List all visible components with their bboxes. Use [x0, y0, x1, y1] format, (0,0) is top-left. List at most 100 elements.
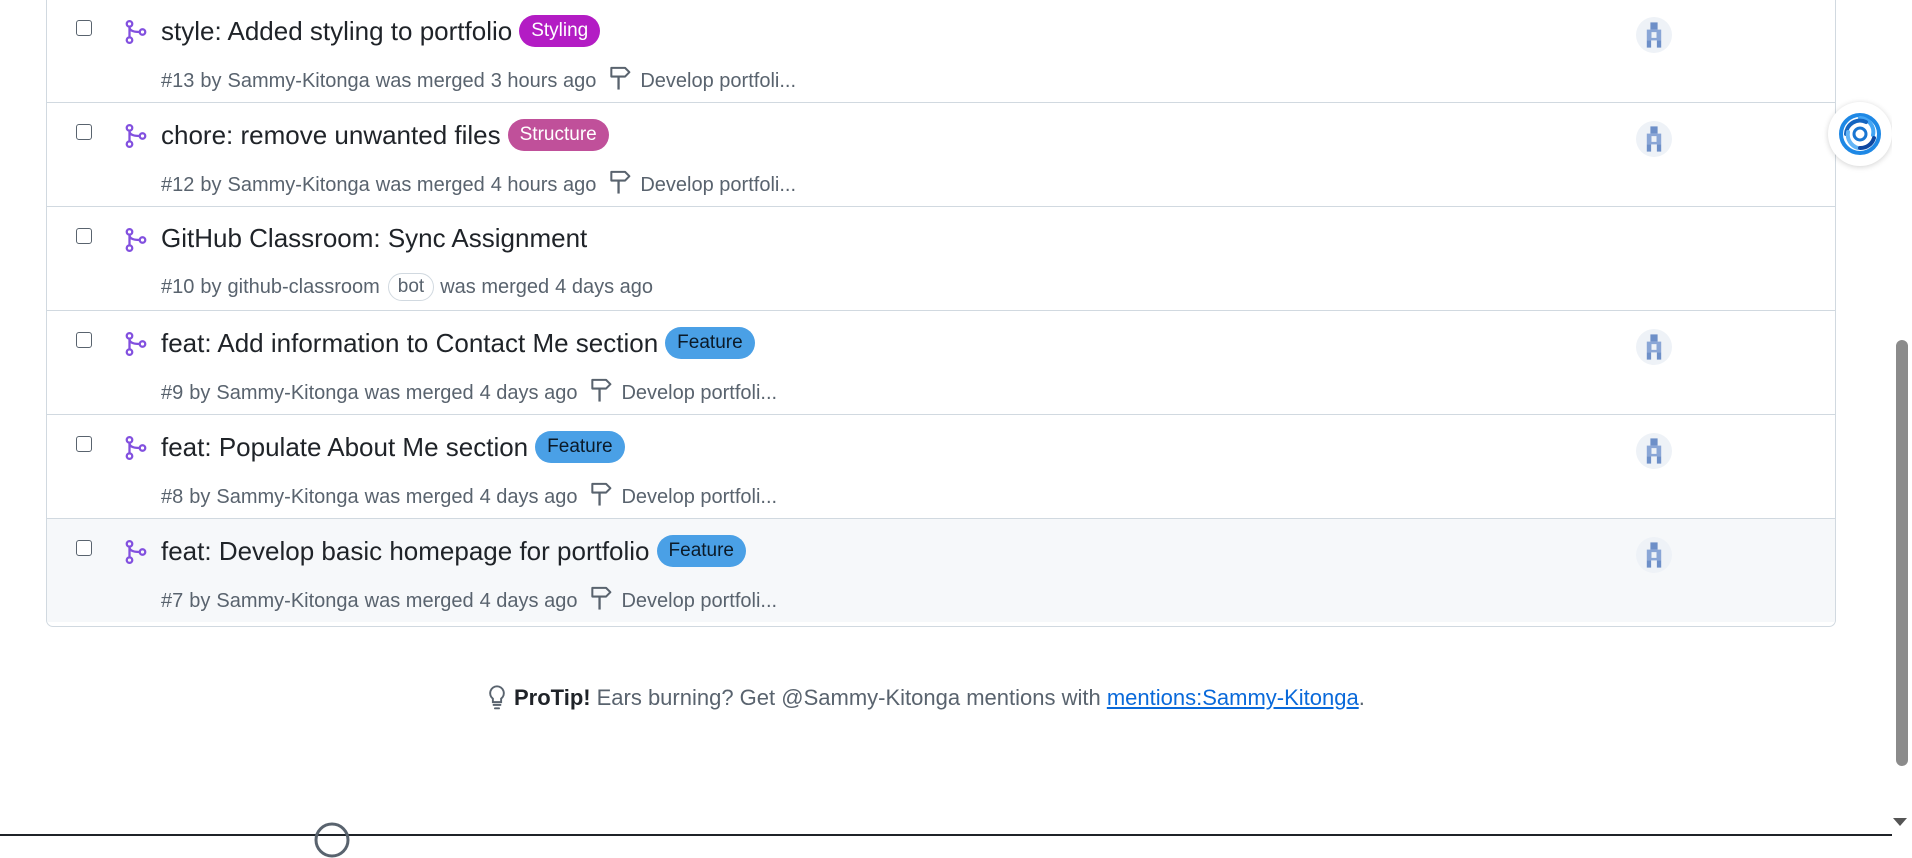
pull-request-title-link[interactable]: style: Added styling to portfolio	[161, 16, 512, 47]
identicon-avatar-icon	[1636, 433, 1672, 473]
merged-time: 4 days ago	[479, 485, 578, 508]
assignee-avatar[interactable]	[1636, 17, 1672, 53]
pull-request-number: #12	[161, 173, 195, 196]
pull-request-number: #10	[161, 275, 195, 298]
milestone-icon	[608, 169, 640, 201]
assignee-avatar[interactable]	[1636, 329, 1672, 365]
protip-end: .	[1358, 685, 1365, 710]
status-text: was merged	[364, 485, 474, 508]
pull-request-meta: #8 by Sammy-Kitonga was merged 4 days ag…	[161, 481, 777, 513]
milestone-title: Develop portfoli...	[621, 589, 778, 612]
label-badge[interactable]: Structure	[507, 119, 609, 151]
merged-time: 4 days ago	[479, 381, 578, 404]
identicon-avatar-icon	[1636, 17, 1672, 57]
milestone-link[interactable]: Develop portfoli...	[589, 585, 777, 617]
by-text: by	[189, 589, 211, 612]
merged-time: 4 days ago	[555, 275, 654, 298]
merged-time: 3 hours ago	[490, 69, 597, 92]
author-link[interactable]: Sammy-Kitonga	[228, 174, 370, 197]
milestone-icon	[589, 377, 621, 409]
by-text: by	[200, 275, 222, 298]
label-badge[interactable]: Feature	[656, 535, 746, 567]
label-badge[interactable]: Styling	[519, 15, 601, 47]
by-text: by	[189, 381, 211, 404]
pull-request-row[interactable]: GitHub Classroom: Sync Assignment #10 by…	[47, 206, 1835, 310]
status-text: was merged	[375, 69, 485, 92]
milestone-title: Develop portfoli...	[621, 381, 778, 404]
milestone-icon	[608, 65, 640, 97]
assignee-avatar[interactable]	[1636, 433, 1672, 469]
pull-request-number: #9	[161, 381, 184, 404]
by-text: by	[200, 69, 222, 92]
milestone-title: Develop portfoli...	[640, 173, 796, 196]
pull-request-title-link[interactable]: feat: Develop basic homepage for portfol…	[161, 536, 650, 567]
pull-request-title-link[interactable]: feat: Add information to Contact Me sect…	[161, 328, 658, 359]
pull-request-meta: #12 by Sammy-Kitonga was merged 4 hours …	[161, 169, 796, 201]
pull-request-meta: #10 by github-classroom bot was merged 4…	[161, 273, 653, 301]
author-link[interactable]: Sammy-Kitonga	[216, 382, 358, 405]
select-checkbox[interactable]	[76, 228, 92, 244]
protip-text: Ears burning? Get @Sammy-Kitonga mention…	[596, 685, 1101, 710]
pull-request-row[interactable]: style: Added styling to portfolio Stylin…	[47, 0, 1835, 102]
by-text: by	[189, 485, 211, 508]
git-merge-icon	[123, 227, 149, 253]
milestone-link[interactable]: Develop portfoli...	[608, 169, 796, 201]
github-logo-icon[interactable]	[314, 822, 350, 858]
pull-request-row[interactable]: feat: Populate About Me section Feature …	[47, 414, 1835, 518]
select-checkbox[interactable]	[76, 436, 92, 452]
assignee-avatar[interactable]	[1636, 121, 1672, 157]
merged-time: 4 days ago	[479, 589, 578, 612]
pull-request-meta: #9 by Sammy-Kitonga was merged 4 days ag…	[161, 377, 777, 409]
select-checkbox[interactable]	[76, 20, 92, 36]
git-merge-icon	[123, 331, 149, 357]
pull-request-number: #13	[161, 69, 195, 92]
milestone-title: Develop portfoli...	[621, 485, 778, 508]
pull-request-title-link[interactable]: feat: Populate About Me section	[161, 432, 528, 463]
ai-assistant-button[interactable]	[1828, 102, 1892, 166]
author-link[interactable]: github-classroom	[228, 276, 380, 299]
author-link[interactable]: Sammy-Kitonga	[216, 590, 358, 613]
git-merge-icon	[123, 539, 149, 565]
assignee-avatar[interactable]	[1636, 537, 1672, 573]
pull-request-list: style: Added styling to portfolio Stylin…	[46, 0, 1836, 627]
pull-request-number: #7	[161, 589, 184, 612]
label-badge[interactable]: Feature	[665, 327, 755, 359]
pull-request-row[interactable]: feat: Develop basic homepage for portfol…	[47, 518, 1835, 622]
milestone-link[interactable]: Develop portfoli...	[589, 377, 777, 409]
pull-request-meta: #13 by Sammy-Kitonga was merged 3 hours …	[161, 65, 796, 97]
identicon-avatar-icon	[1636, 537, 1672, 577]
status-text: was merged	[364, 589, 474, 612]
label-badge[interactable]: Feature	[535, 431, 625, 463]
light-bulb-icon	[489, 685, 505, 710]
milestone-title: Develop portfoli...	[640, 69, 796, 92]
by-text: by	[200, 173, 222, 196]
git-merge-icon	[123, 123, 149, 149]
milestone-link[interactable]: Develop portfoli...	[608, 65, 796, 97]
status-text: was merged	[375, 173, 485, 196]
select-checkbox[interactable]	[76, 332, 92, 348]
scroll-down-arrow-icon[interactable]	[1893, 818, 1907, 826]
select-checkbox[interactable]	[76, 124, 92, 140]
pull-request-meta: #7 by Sammy-Kitonga was merged 4 days ag…	[161, 585, 777, 617]
protip-mentions-link[interactable]: mentions:Sammy-Kitonga	[1107, 685, 1359, 711]
pull-request-title-link[interactable]: GitHub Classroom: Sync Assignment	[161, 223, 587, 254]
identicon-avatar-icon	[1636, 121, 1672, 161]
select-checkbox[interactable]	[76, 540, 92, 556]
milestone-link[interactable]: Develop portfoli...	[589, 481, 777, 513]
milestone-icon	[589, 585, 621, 617]
status-text: was merged	[440, 275, 550, 298]
identicon-avatar-icon	[1636, 329, 1672, 369]
bot-badge: bot	[387, 273, 435, 301]
author-link[interactable]: Sammy-Kitonga	[228, 70, 370, 93]
author-link[interactable]: Sammy-Kitonga	[216, 486, 358, 509]
protip-label: ProTip!	[514, 685, 591, 710]
pull-request-title-link[interactable]: chore: remove unwanted files	[161, 120, 501, 151]
scrollbar-thumb[interactable]	[1896, 340, 1908, 766]
git-merge-icon	[123, 435, 149, 461]
pull-request-number: #8	[161, 485, 184, 508]
git-merge-icon	[123, 19, 149, 45]
pull-request-row[interactable]: chore: remove unwanted files Structure #…	[47, 102, 1835, 206]
milestone-icon	[589, 481, 621, 513]
merged-time: 4 hours ago	[490, 173, 597, 196]
pull-request-row[interactable]: feat: Add information to Contact Me sect…	[47, 310, 1835, 414]
